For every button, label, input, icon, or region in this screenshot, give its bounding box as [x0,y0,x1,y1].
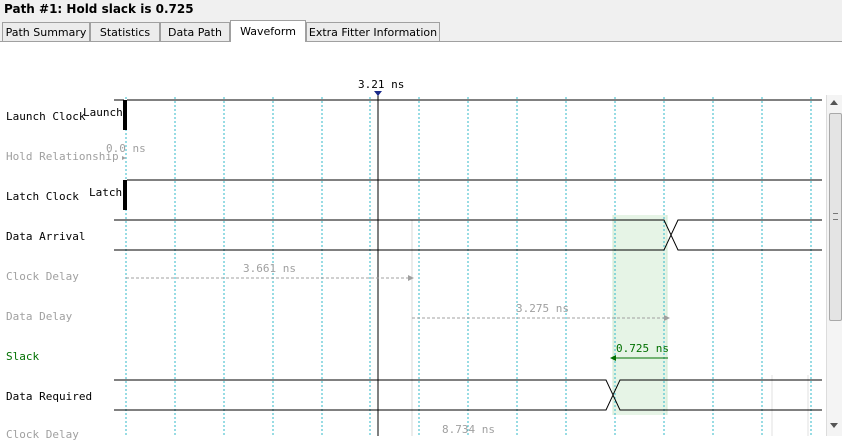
slack-region [613,215,667,415]
scrollbar-thumb[interactable] [829,113,842,321]
latch-clock-tag: Latch [89,186,122,199]
clock-delay-value: 3.661 ns [243,262,296,275]
slack-value: 0.725 ns [616,342,669,355]
required-clock-delay-value: 8.734 ns [442,423,495,436]
cursor-time-label: 3.21 ns [358,78,404,91]
scroll-down-icon[interactable] [830,423,838,428]
time-cursor-marker [374,91,382,96]
vertical-scrollbar[interactable] [826,95,842,436]
grip-icon [833,213,838,220]
launch-clock-edge [123,100,127,130]
grid-lines [125,97,812,436]
data-delay-value: 3.275 ns [516,302,569,315]
waveform-canvas: 3.21 ns Launch 0.0 ns Latch 3.661 ns 3.2… [83,78,822,436]
tab-waveform[interactable]: Waveform [230,20,306,42]
hold-relationship-arrow [122,156,126,160]
latch-clock-edge [123,180,127,210]
launch-clock-tag: Launch [83,106,123,119]
clock-delay-arrow-head [408,275,414,281]
scroll-up-icon[interactable] [830,100,838,105]
hold-relationship-value: 0.0 ns [106,142,146,155]
